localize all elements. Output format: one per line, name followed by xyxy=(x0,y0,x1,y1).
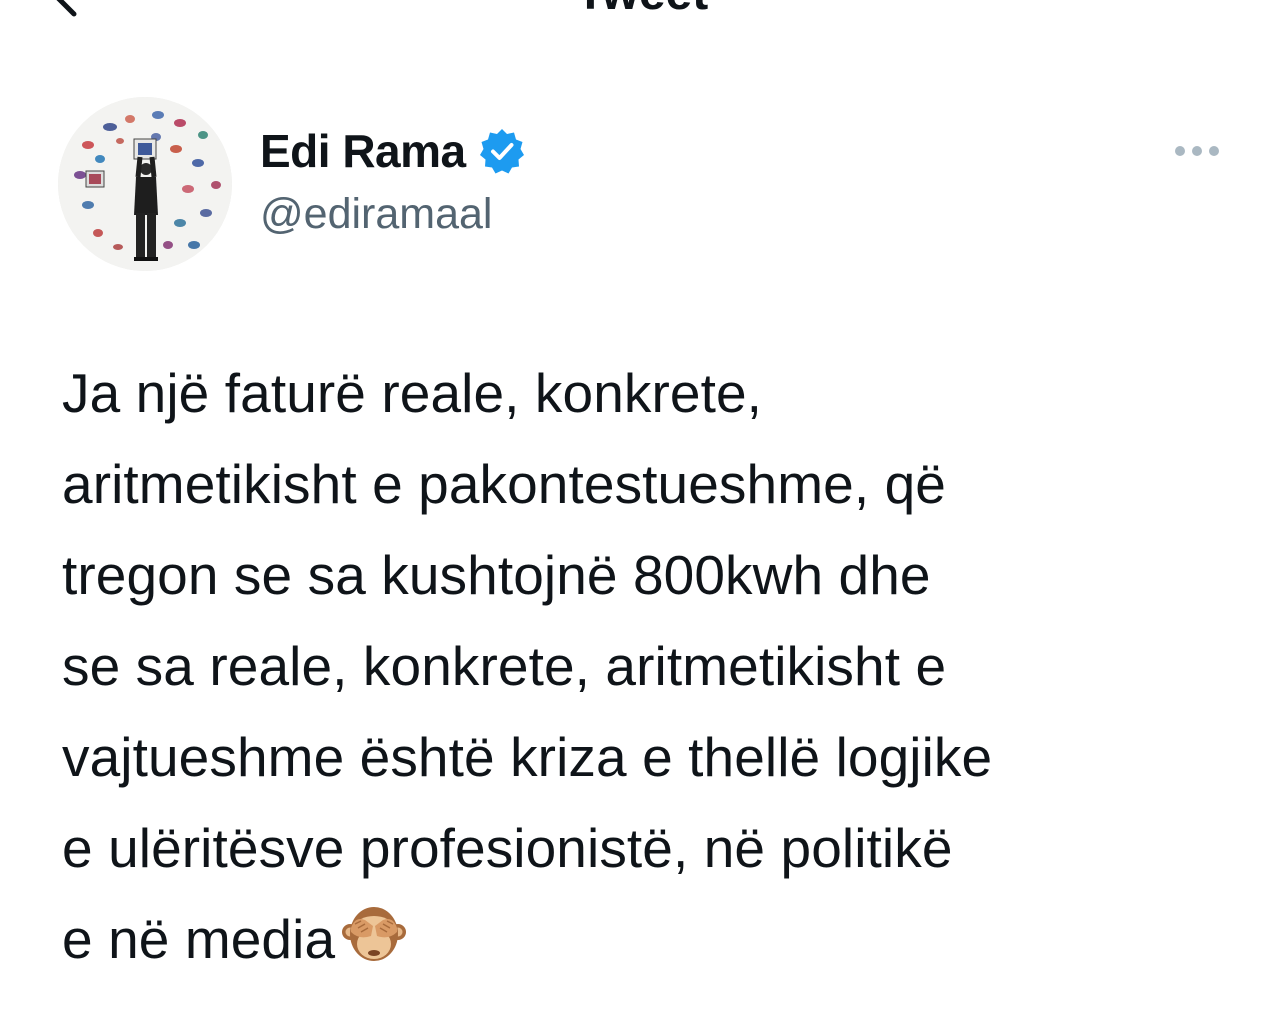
more-dots-icon xyxy=(1175,146,1219,156)
more-options-button[interactable] xyxy=(1172,134,1222,168)
tweet-text-line: se sa reale, konkrete, aritmetikisht e xyxy=(62,635,947,697)
author-display-name[interactable]: Edi Rama xyxy=(260,124,466,178)
page-title: Tweet xyxy=(0,0,1284,20)
avatar-photo xyxy=(58,97,232,271)
author-name-row: Edi Rama xyxy=(260,122,526,180)
tweet-text-line: e ulëritësve profesionistë, në politikë xyxy=(62,817,953,879)
verified-badge-icon xyxy=(479,129,524,174)
tweet-text-line: tregon se sa kushtojnë 800kwh dhe xyxy=(62,544,931,606)
tweet-text-line: Ja një faturë reale, konkrete, xyxy=(62,362,763,424)
tweet-text-line: vajtueshme është kriza e thellë logjike xyxy=(62,726,993,788)
tweet-text-line: e në media xyxy=(62,908,336,970)
tweet-text-line: aritmetikisht e pakontestueshme, që xyxy=(62,453,946,515)
author-handle[interactable]: @ediramaal xyxy=(260,190,492,239)
top-navigation-bar: Tweet xyxy=(0,0,1284,20)
avatar[interactable] xyxy=(58,97,232,271)
tweet-text-line-last: e në media xyxy=(62,894,1242,985)
tweet-text: Ja një faturë reale, konkrete, aritmetik… xyxy=(62,348,1242,985)
see-no-evil-monkey-emoji xyxy=(342,907,407,961)
